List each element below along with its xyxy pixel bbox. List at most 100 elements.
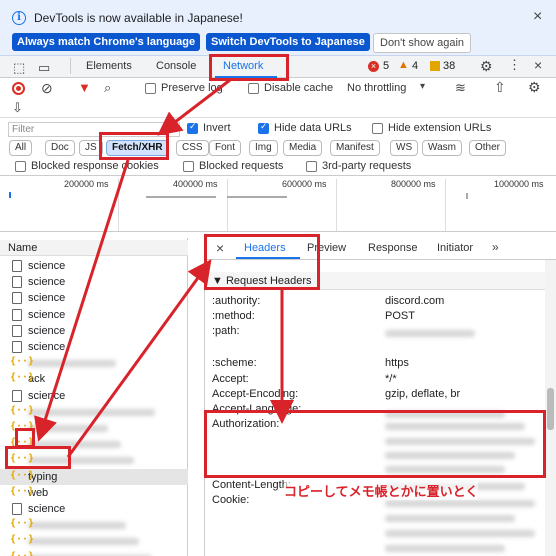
header-key: :method: [212, 310, 255, 322]
divider [70, 58, 71, 74]
annotation-box-authorization [204, 410, 546, 478]
xhr-request-icon: {··} [10, 518, 35, 530]
import-har-icon[interactable]: ⇧ [494, 79, 506, 96]
invert-checkbox[interactable] [187, 122, 198, 134]
request-name: science [28, 503, 66, 515]
request-name: science [28, 276, 66, 289]
request-row[interactable]: science [0, 307, 188, 323]
inspect-element-icon[interactable]: ⬚ [13, 60, 25, 76]
warning-count[interactable]: 4 [412, 60, 418, 72]
document-icon [12, 292, 22, 305]
header-value[interactable]: gzip, deflate, br [385, 388, 460, 400]
document-icon [12, 324, 22, 337]
filter-chip-manifest[interactable]: Manifest [330, 140, 380, 156]
disable-cache-checkbox[interactable] [248, 83, 259, 94]
timeline-label: 1000000 ms [494, 179, 544, 189]
annotation-box-network-tab [209, 54, 289, 81]
tab-elements[interactable]: Elements [86, 60, 132, 72]
header-key: :path: [212, 325, 240, 337]
invert-label: Invert [203, 122, 231, 134]
document-icon [12, 503, 22, 515]
match-language-button[interactable]: Always match Chrome's language [12, 33, 201, 51]
filter-chip-other[interactable]: Other [469, 140, 507, 156]
header-key: Content-Length: [212, 479, 291, 491]
filter-chip-ws[interactable]: WS [390, 140, 419, 156]
annotation-note: コピーしてメモ帳とかに置いとく [284, 481, 479, 500]
filter-chip-font[interactable]: Font [209, 140, 242, 156]
error-count[interactable]: 5 [383, 60, 389, 72]
name-column-header[interactable]: Name [0, 240, 188, 256]
redacted-name [28, 522, 126, 530]
filter-chip-doc[interactable]: Doc [45, 140, 75, 156]
filter-chip-wasm[interactable]: Wasm [422, 140, 462, 156]
blocked-requests-label: Blocked requests [199, 160, 284, 172]
throttling-select[interactable]: No throttling [347, 82, 406, 94]
info-icon: i [12, 11, 26, 25]
header-value[interactable]: discord.com [385, 295, 444, 307]
header-key: :authority: [212, 295, 261, 307]
header-value[interactable]: https [385, 357, 409, 369]
blocked-cookies-label: Blocked response cookies [31, 160, 159, 172]
request-name: science [28, 260, 66, 272]
blocked-cookies-checkbox[interactable] [15, 161, 26, 172]
more-options-icon[interactable]: ⋮ [508, 57, 521, 73]
hide-extension-urls-checkbox[interactable] [372, 123, 383, 134]
more-tabs-icon[interactable]: » [492, 240, 499, 254]
timeline-label: 400000 ms [173, 179, 218, 189]
header-value[interactable]: */* [385, 373, 397, 385]
dont-show-again-button[interactable]: Don't show again [373, 33, 472, 53]
tab-initiator[interactable]: Initiator [437, 242, 473, 254]
export-har-icon[interactable]: ⇩ [12, 100, 23, 116]
redacted-name [28, 408, 155, 416]
xhr-request-icon: {··} [10, 469, 35, 481]
third-party-label: 3rd-party requests [322, 160, 412, 172]
timeline-tick [336, 179, 337, 231]
request-row[interactable]: science [0, 339, 188, 355]
wifi-icon[interactable]: ≋ [455, 80, 466, 96]
search-icon[interactable]: ⌕ [104, 80, 111, 96]
chevron-down-icon[interactable]: ▾ [420, 81, 425, 92]
tab-response[interactable]: Response [368, 242, 418, 254]
info-count[interactable]: 38 [443, 60, 455, 72]
disable-cache-label: Disable cache [264, 82, 334, 94]
document-icon [12, 341, 22, 353]
close-icon[interactable]: × [533, 8, 542, 26]
tab-console[interactable]: Console [156, 60, 196, 72]
redacted-name [28, 425, 108, 432]
redacted-value [385, 500, 535, 507]
filter-chip-img[interactable]: Img [249, 140, 278, 156]
xhr-request-icon: {··} [10, 356, 35, 368]
request-row[interactable]: science [0, 290, 188, 306]
xhr-request-icon: {··} [10, 485, 35, 497]
annotation-box-headers [204, 234, 320, 290]
request-row[interactable]: science [0, 323, 188, 339]
close-devtools-icon[interactable]: × [534, 57, 542, 73]
header-key: :scheme: [212, 357, 257, 369]
device-toolbar-icon[interactable]: ▭ [38, 60, 50, 76]
header-value[interactable]: POST [385, 310, 415, 322]
xhr-request-icon: {··} [10, 404, 35, 416]
annotation-box-request-icon [15, 428, 35, 448]
request-row[interactable]: science [0, 501, 188, 517]
third-party-checkbox[interactable] [306, 161, 317, 172]
request-row[interactable]: science [0, 258, 188, 274]
redacted-value [385, 515, 515, 522]
filter-chip-all[interactable]: All [9, 140, 33, 156]
hide-data-urls-checkbox[interactable] [258, 122, 269, 134]
network-settings-gear-icon[interactable]: ⚙ [528, 79, 541, 96]
clear-icon[interactable]: ⊘ [41, 80, 53, 97]
filter-chip-media[interactable]: Media [283, 140, 323, 156]
scrollbar-thumb[interactable] [547, 388, 554, 430]
request-name: science [28, 292, 66, 305]
timeline-tick [118, 179, 119, 231]
switch-japanese-button[interactable]: Switch DevTools to Japanese [206, 33, 370, 51]
filter-icon[interactable]: ▼ [78, 80, 91, 95]
filter-chip-css[interactable]: CSS [176, 140, 209, 156]
record-icon[interactable] [12, 82, 25, 95]
blocked-requests-checkbox[interactable] [183, 161, 194, 172]
preserve-log-label: Preserve log [161, 82, 223, 94]
request-row[interactable]: science [0, 274, 188, 290]
preserve-log-checkbox[interactable] [145, 83, 156, 94]
settings-gear-icon[interactable]: ⚙ [480, 58, 493, 75]
request-row[interactable]: science [0, 388, 188, 404]
